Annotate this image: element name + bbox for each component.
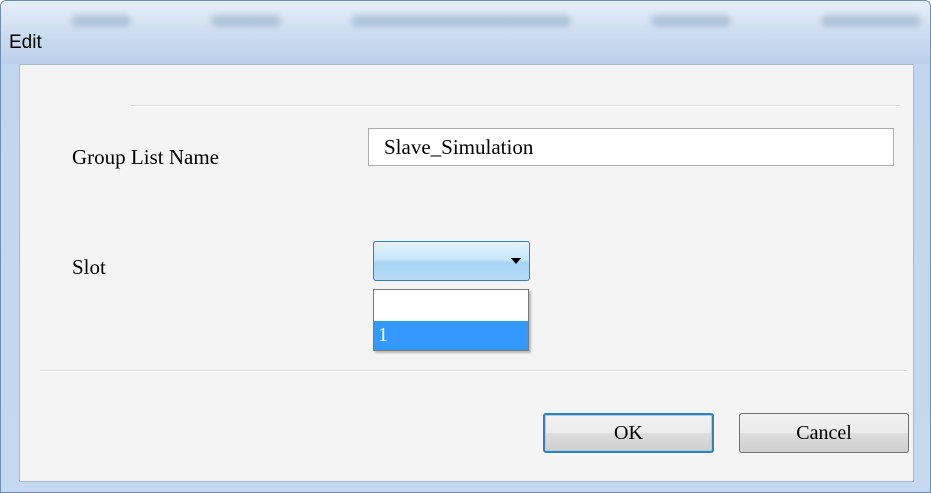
top-divider bbox=[130, 105, 900, 107]
slot-dropdown-list: 1 bbox=[373, 289, 529, 351]
title-bar-backdrop bbox=[821, 15, 921, 27]
slot-option-1[interactable]: 1 bbox=[374, 321, 528, 350]
group-list-name-label: Group List Name bbox=[72, 145, 219, 169]
cancel-button[interactable]: Cancel bbox=[739, 413, 909, 453]
slot-dropdown[interactable] bbox=[373, 241, 530, 281]
slot-option-empty[interactable] bbox=[374, 292, 528, 321]
group-list-name-input[interactable] bbox=[368, 128, 894, 166]
edit-dialog: Edit Group List Name Slot 1 OK Cancel bbox=[0, 0, 931, 493]
slot-label: Slot bbox=[72, 255, 106, 279]
title-bar-backdrop bbox=[651, 15, 731, 27]
title-bar-backdrop bbox=[351, 15, 571, 27]
bottom-divider bbox=[40, 370, 906, 372]
ok-button[interactable]: OK bbox=[543, 413, 714, 453]
title-bar-backdrop bbox=[71, 15, 131, 27]
chevron-down-icon[interactable] bbox=[511, 258, 521, 264]
dialog-content: Group List Name Slot 1 OK Cancel bbox=[19, 64, 914, 482]
window-title: Edit bbox=[9, 32, 42, 53]
title-bar[interactable]: Edit bbox=[1, 1, 930, 64]
title-bar-backdrop bbox=[211, 15, 281, 27]
